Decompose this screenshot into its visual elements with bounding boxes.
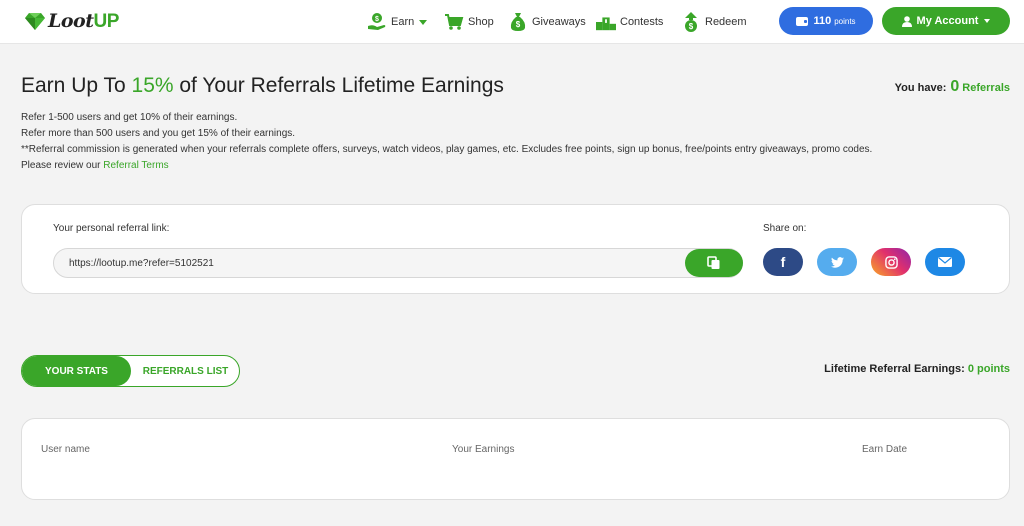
nav-shop-label: Shop (468, 16, 494, 28)
description-line: Please review our Referral Terms (21, 160, 169, 171)
points-value: 110 (813, 15, 832, 27)
svg-text:$: $ (516, 20, 521, 29)
logo[interactable]: LootUP (24, 6, 119, 36)
user-icon (901, 15, 912, 27)
referral-link-label: Your personal referral link: (53, 223, 170, 234)
you-have-label: You have: (894, 82, 947, 94)
page-title: Earn Up To 15% of Your Referrals Lifetim… (21, 74, 504, 97)
svg-text:$: $ (689, 22, 694, 31)
cart-icon (444, 12, 464, 32)
twitter-icon (830, 256, 844, 268)
copy-link-button[interactable] (685, 249, 743, 277)
column-header-your-earnings: Your Earnings (452, 444, 515, 455)
logo-text: LootUP (48, 9, 119, 32)
wallet-icon (796, 16, 809, 26)
description-line: **Referral commission is generated when … (21, 144, 873, 155)
tab-your-stats[interactable]: YOUR STATS (22, 356, 131, 386)
share-twitter-button[interactable] (817, 248, 857, 276)
nav-earn-label: Earn (391, 16, 415, 28)
stats-table: User name Your Earnings Earn Date (21, 418, 1010, 500)
nav-redeem[interactable]: $ Redeem (681, 11, 747, 33)
referral-link-field[interactable]: https://lootup.me?refer=5102521 (53, 248, 743, 278)
money-bag-icon: $ (508, 12, 528, 32)
description-line: Refer more than 500 users and you get 15… (21, 128, 296, 139)
nav-giveaways-label: Giveaways (532, 16, 586, 28)
stats-tabs: YOUR STATS REFERRALS LIST (21, 355, 240, 387)
lifetime-earnings: Lifetime Referral Earnings: 0 points (824, 363, 1010, 375)
referral-count: 0 (950, 78, 960, 95)
copy-icon (707, 256, 720, 269)
my-account-label: My Account (916, 15, 979, 27)
points-balance-button[interactable]: 110 points (779, 7, 873, 35)
hand-money-icon: $ (367, 12, 387, 32)
svg-text:$: $ (375, 16, 379, 23)
nav-contests[interactable]: Contests (596, 11, 663, 33)
share-email-button[interactable] (925, 248, 965, 276)
column-header-earn-date: Earn Date (862, 444, 908, 455)
share-instagram-button[interactable] (871, 248, 911, 276)
my-account-button[interactable]: My Account (882, 7, 1010, 35)
tab-referrals-list[interactable]: REFERRALS LIST (131, 356, 240, 386)
email-icon (938, 257, 952, 267)
share-facebook-button[interactable]: f (763, 248, 803, 276)
instagram-icon (884, 255, 898, 269)
nav-contests-label: Contests (620, 16, 664, 28)
nav-earn[interactable]: $ Earn (367, 11, 428, 33)
chevron-down-icon (419, 19, 428, 25)
referral-description: Refer 1-500 users and get 10% of their e… (21, 110, 872, 174)
redeem-icon: $ (681, 12, 701, 32)
diamond-icon (25, 13, 45, 30)
points-unit: points (834, 16, 856, 26)
referrals-label: Referrals (962, 82, 1010, 94)
chevron-down-icon (984, 19, 991, 23)
podium-icon (596, 12, 616, 32)
description-line: Refer 1-500 users and get 10% of their e… (21, 112, 238, 123)
column-header-user-name: User name (41, 444, 90, 455)
referral-link-card: Your personal referral link: https://loo… (21, 204, 1010, 294)
nav-redeem-label: Redeem (705, 16, 747, 28)
top-nav: LootUP $ Earn Shop $ Giveaways Contests … (0, 0, 1024, 44)
lifetime-earnings-label: Lifetime Referral Earnings: (824, 363, 965, 375)
nav-shop[interactable]: Shop (444, 11, 494, 33)
facebook-icon: f (780, 254, 786, 270)
referral-count-summary: You have: 0 Referrals (895, 78, 1010, 96)
nav-giveaways[interactable]: $ Giveaways (508, 11, 586, 33)
referral-terms-link[interactable]: Referral Terms (103, 160, 168, 171)
lifetime-earnings-value: 0 points (967, 363, 1010, 375)
share-label: Share on: (763, 223, 807, 234)
